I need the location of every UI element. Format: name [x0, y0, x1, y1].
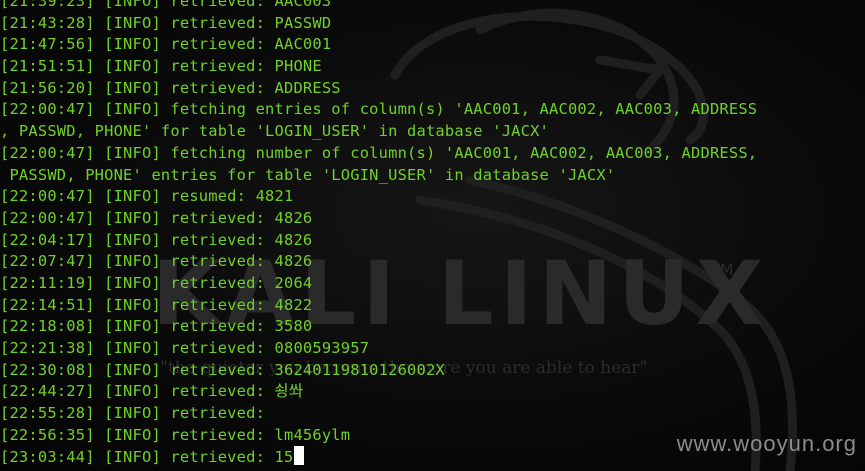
- log-line: [21:47:56] [INFO] retrieved: AAC001: [0, 35, 332, 54]
- log-line: [21:56:20] [INFO] retrieved: ADDRESS: [0, 78, 341, 97]
- log-line: [21:43:28] [INFO] retrieved: PASSWD: [0, 13, 332, 32]
- wooyun-watermark: www.wooyun.org: [676, 431, 857, 456]
- log-line: [22:56:35] [INFO] retrieved: lm456ylm: [0, 425, 351, 444]
- log-line: [22:00:47] [INFO] resumed: 4821: [0, 187, 294, 206]
- log-line: [22:07:47] [INFO] retrieved: 4826: [0, 252, 313, 271]
- log-line: [22:11:19] [INFO] retrieved: 2064: [0, 273, 313, 292]
- log-line: [22:00:47] [INFO] retrieved: 4826: [0, 208, 313, 227]
- log-line: [22:30:08] [INFO] retrieved: 36240119810…: [0, 360, 445, 379]
- log-line: [21:39:23] [INFO] retrieved: AAC003: [0, 0, 332, 10]
- log-line-text: [23:03:44] [INFO] retrieved: 15: [0, 448, 294, 467]
- log-line: [22:44:27] [INFO] retrieved: 쇵쏴: [0, 382, 304, 401]
- log-line: [22:21:38] [INFO] retrieved: 0800593957: [0, 339, 370, 357]
- log-line: [22:55:28] [INFO] retrieved:: [0, 404, 266, 423]
- log-line: [22:18:08] [INFO] retrieved: 3580: [0, 317, 313, 336]
- log-line: [21:51:51] [INFO] retrieved: PHONE: [0, 57, 322, 76]
- text-cursor: [294, 446, 305, 466]
- log-line: PASSWD, PHONE' entries for table 'LOGIN_…: [0, 165, 616, 184]
- log-line: [22:00:47] [INFO] fetching number of col…: [0, 143, 758, 162]
- log-line: , PASSWD, PHONE' for table 'LOGIN_USER' …: [0, 122, 550, 141]
- terminal-window[interactable]: KALI LINUX TM "the quieter you become, t…: [0, 0, 865, 471]
- terminal-output[interactable]: [21:39:23] [INFO] retrieved: AAC003 [21:4…: [0, 0, 757, 468]
- log-line: [22:04:17] [INFO] retrieved: 4826: [0, 230, 313, 249]
- log-line: [22:00:47] [INFO] fetching entries of co…: [0, 100, 758, 119]
- prompt-line[interactable]: [23:03:44] [INFO] retrieved: 15: [0, 446, 757, 468]
- log-line: [22:14:51] [INFO] retrieved: 4822: [0, 295, 313, 314]
